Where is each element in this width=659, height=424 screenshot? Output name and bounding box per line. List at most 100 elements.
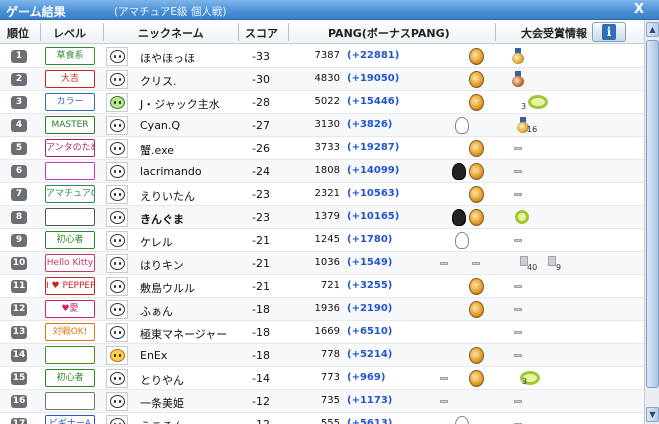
player-score: -21 bbox=[252, 257, 270, 270]
scrollbar[interactable]: ▲ ▼ bbox=[644, 20, 659, 424]
player-pang: 3733 bbox=[314, 142, 340, 153]
result-row[interactable]: 15 初心者 とりやん -14 773 (+969) 3 bbox=[0, 367, 644, 390]
result-row[interactable]: 1 草食系 ほやほっほ -33 7387 (+22881) bbox=[0, 45, 644, 68]
header-separator bbox=[103, 23, 104, 41]
player-score: -12 bbox=[236, 418, 270, 424]
player-nickname[interactable]: 一条美姫 bbox=[140, 395, 184, 411]
player-nickname[interactable]: はりキン bbox=[140, 257, 184, 273]
result-row[interactable]: 16 一条美姫 -12 735 (+1173) bbox=[0, 390, 644, 413]
item-dash-icon bbox=[514, 170, 522, 173]
player-nickname[interactable]: 敷島ウルル bbox=[140, 280, 195, 296]
rank-badge: 10 bbox=[11, 257, 27, 270]
rank-badge: 7 bbox=[11, 188, 27, 201]
avatar bbox=[106, 300, 128, 319]
avatar bbox=[106, 323, 128, 342]
rank-badge: 9 bbox=[11, 234, 27, 247]
avatar bbox=[106, 254, 128, 273]
player-score: -26 bbox=[252, 142, 270, 155]
clover-item-icon bbox=[515, 210, 529, 224]
player-pang: 5022 bbox=[314, 96, 340, 107]
close-button[interactable]: X bbox=[624, 2, 654, 18]
character-icon bbox=[455, 232, 469, 249]
avatar bbox=[106, 392, 128, 411]
rank-badge: 4 bbox=[11, 119, 27, 132]
player-nickname[interactable]: 蟹.exe bbox=[140, 142, 174, 158]
player-nickname[interactable]: きんぐま bbox=[140, 211, 184, 227]
player-nickname[interactable]: 極東マネージャー bbox=[140, 326, 227, 342]
rank-badge: 14 bbox=[11, 349, 27, 362]
player-pang: 3130 bbox=[314, 119, 340, 130]
header-separator bbox=[495, 23, 496, 41]
scroll-thumb[interactable] bbox=[646, 40, 659, 388]
header-tournament-info: 大会受賞情報 bbox=[521, 27, 587, 40]
level-badge: MASTER bbox=[45, 116, 95, 134]
player-score: -18 bbox=[252, 349, 270, 362]
player-pang: 1379 bbox=[314, 211, 340, 222]
avatar bbox=[106, 116, 128, 135]
club-item-icon bbox=[548, 256, 556, 266]
player-score: -21 bbox=[252, 280, 270, 293]
player-pang: 1245 bbox=[314, 234, 340, 245]
result-row[interactable]: 13 対戦OK! 極東マネージャー -18 1669 (+6510) bbox=[0, 321, 644, 344]
player-nickname[interactable]: J・ジャック主水 bbox=[140, 96, 220, 112]
player-nickname[interactable]: とりやん bbox=[140, 372, 184, 388]
avatar bbox=[106, 208, 128, 227]
player-nickname[interactable]: えこるん。 bbox=[140, 418, 195, 424]
player-nickname[interactable]: EnEx bbox=[140, 349, 167, 362]
avatar-face-icon bbox=[110, 119, 125, 132]
item-dash-icon bbox=[440, 262, 448, 265]
bonus-pang: (+1780) bbox=[347, 234, 393, 245]
scroll-up-arrow-icon[interactable]: ▲ bbox=[646, 22, 659, 37]
pang-ball-icon bbox=[469, 347, 484, 364]
level-badge: アマチュアC bbox=[45, 185, 95, 203]
bonus-pang: (+22881) bbox=[347, 50, 400, 61]
result-row[interactable]: 10 Hello Kitty はりキン -21 1036 (+1549) 40 9 bbox=[0, 252, 644, 275]
rank-badge: 8 bbox=[11, 211, 27, 224]
bonus-pang: (+1549) bbox=[347, 257, 393, 268]
avatar-face-icon bbox=[110, 188, 125, 201]
scroll-down-arrow-icon[interactable]: ▼ bbox=[646, 407, 659, 422]
player-nickname[interactable]: えりいたん bbox=[140, 188, 195, 204]
result-row[interactable]: 17 ビギナーA えこるん。 -12 555 (+5613) bbox=[0, 413, 644, 424]
player-nickname[interactable]: Cyan.Q bbox=[140, 119, 180, 132]
result-row[interactable]: 4 MASTER Cyan.Q -27 3130 (+3826) 16 bbox=[0, 114, 644, 137]
result-row[interactable]: 8 きんぐま -23 1379 (+10165) bbox=[0, 206, 644, 229]
player-nickname[interactable]: クリス. bbox=[140, 73, 177, 89]
pang-ball-icon bbox=[469, 163, 484, 180]
level-badge: ♥愛 bbox=[45, 300, 95, 318]
window-subtitle: (アマチュアE級 個人戦) bbox=[114, 6, 227, 18]
result-row[interactable]: 9 初心者 ケレル -21 1245 (+1780) bbox=[0, 229, 644, 252]
club-count: 9 bbox=[556, 263, 562, 272]
player-pang: 2321 bbox=[314, 188, 340, 199]
player-score: -27 bbox=[252, 119, 270, 132]
result-row[interactable]: 11 I ♥ PEPPER 敷島ウルル -21 721 (+3255) bbox=[0, 275, 644, 298]
result-row[interactable]: 3 カラー J・ジャック主水 -28 5022 (+15446) 3 bbox=[0, 91, 644, 114]
level-badge bbox=[45, 346, 95, 364]
player-nickname[interactable]: ケレル bbox=[140, 234, 173, 250]
window-title: ゲーム結果 bbox=[6, 5, 66, 19]
result-row[interactable]: 7 アマチュアC えりいたん -23 2321 (+10563) bbox=[0, 183, 644, 206]
item-dash-icon bbox=[514, 400, 522, 403]
avatar-face-icon bbox=[110, 280, 125, 293]
result-row[interactable]: 14 EnEx -18 778 (+5214) bbox=[0, 344, 644, 367]
info-button[interactable]: i bbox=[592, 22, 626, 42]
item-dash-icon bbox=[514, 193, 522, 196]
rank-badge: 13 bbox=[11, 326, 27, 339]
player-pang: 1036 bbox=[314, 257, 340, 268]
level-badge bbox=[45, 208, 95, 226]
item-dash-icon bbox=[514, 285, 522, 288]
player-nickname[interactable]: ふぁん bbox=[140, 303, 173, 319]
avatar bbox=[106, 139, 128, 158]
avatar-face-icon bbox=[110, 303, 125, 316]
result-row[interactable]: 5 アンタのためじゃないんだからね! 蟹.exe -26 3733 (+19287) bbox=[0, 137, 644, 160]
item-dash-icon bbox=[472, 262, 480, 265]
result-row[interactable]: 12 ♥愛 ふぁん -18 1936 (+2190) bbox=[0, 298, 644, 321]
player-pang: 735 bbox=[320, 395, 340, 406]
level-badge: アンタのためじゃないんだからね! bbox=[45, 139, 95, 157]
result-row[interactable]: 6 lacrimando -24 1808 (+14099) bbox=[0, 160, 644, 183]
gold-medal-icon bbox=[512, 48, 524, 64]
item-dash-icon bbox=[514, 308, 522, 311]
result-row[interactable]: 2 大吉 クリス. -30 4830 (+19050) bbox=[0, 68, 644, 91]
player-nickname[interactable]: ほやほっほ bbox=[140, 50, 195, 66]
player-nickname[interactable]: lacrimando bbox=[140, 165, 202, 178]
